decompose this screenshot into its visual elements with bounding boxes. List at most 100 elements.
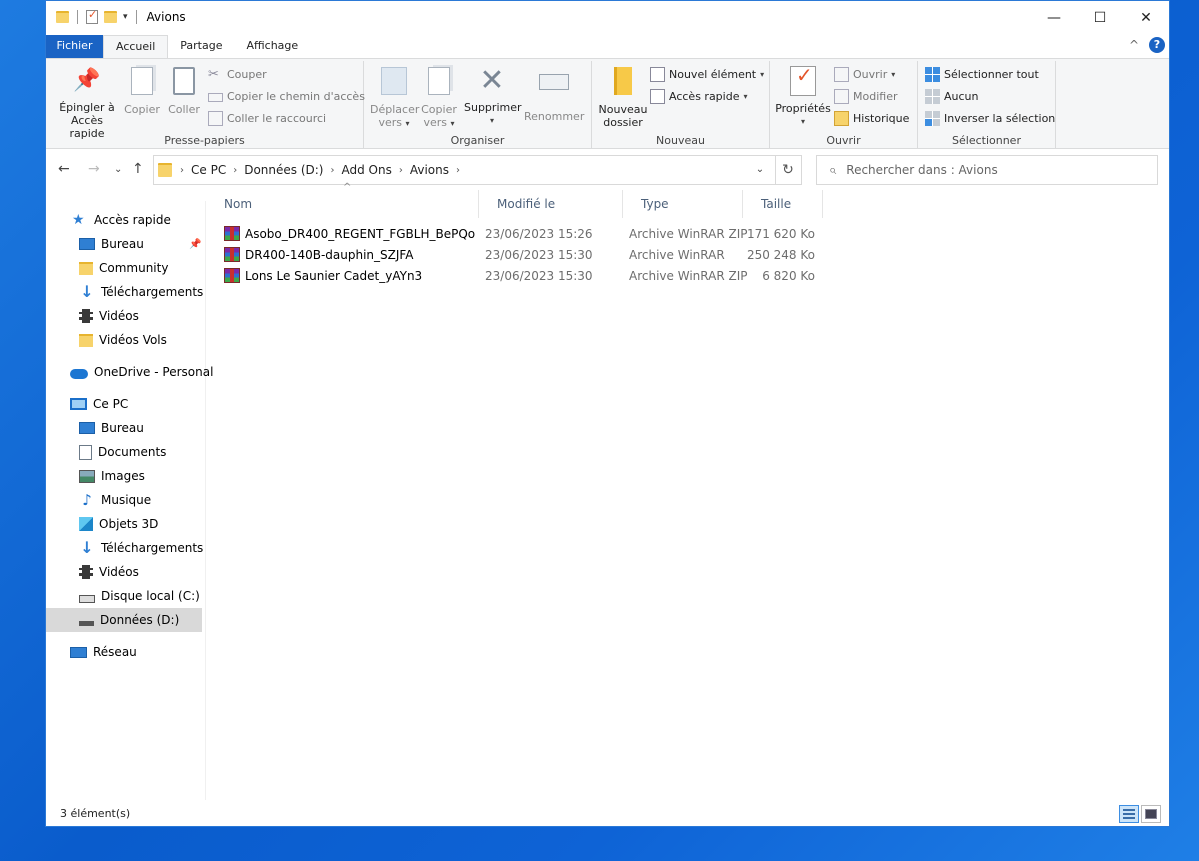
tab-fichier[interactable]: Fichier <box>46 35 103 58</box>
chevron-right-icon[interactable]: › <box>399 165 403 176</box>
nav-item-documents[interactable]: Documents <box>79 441 166 463</box>
new-item-label: Nouvel élément <box>669 67 757 81</box>
computer-icon <box>70 398 87 410</box>
chevron-right-icon[interactable]: › <box>456 165 460 176</box>
tab-accueil[interactable]: Accueil <box>103 35 169 58</box>
edit-icon <box>834 88 849 104</box>
properties-icon[interactable] <box>86 8 98 24</box>
nav-label: Bureau <box>101 421 144 435</box>
forward-arrow-icon[interactable]: → <box>88 161 100 177</box>
nav-item-musique[interactable]: ♪ Musique <box>79 489 151 511</box>
easy-access-button[interactable]: Accès rapide ▾ <box>650 87 748 105</box>
minimize-button[interactable]: — <box>1031 1 1077 35</box>
rename-button[interactable]: Renommer <box>524 65 584 123</box>
tab-affichage[interactable]: Affichage <box>235 35 311 58</box>
breadcrumb-ce-pc[interactable]: Ce PC <box>191 163 226 177</box>
edit-button[interactable]: Modifier <box>834 87 897 105</box>
table-row[interactable]: DR400-140B-dauphin_SZJFA 23/06/2023 15:3… <box>206 244 826 265</box>
nav-onedrive[interactable]: OneDrive - Personal <box>70 361 213 383</box>
path-icon <box>208 93 223 102</box>
maximize-button[interactable]: ☐ <box>1077 1 1123 35</box>
customize-toolbar-arrow-icon[interactable]: ▾ <box>123 12 128 22</box>
nav-item-telechargements-quick[interactable]: ↓ Téléchargements <box>79 281 203 303</box>
breadcrumb-avions[interactable]: Avions <box>410 163 449 177</box>
file-size: 6 820 Ko <box>762 268 815 283</box>
nav-item-telechargements[interactable]: ↓ Téléchargements <box>79 537 203 559</box>
delete-label: Supprimer <box>464 101 522 114</box>
winrar-archive-icon <box>224 268 240 283</box>
select-all-button[interactable]: Sélectionner tout <box>925 65 1039 83</box>
refresh-icon[interactable]: ↻ <box>775 155 802 185</box>
nav-label: Documents <box>98 445 167 459</box>
nav-item-community[interactable]: Community <box>79 257 168 279</box>
delete-button[interactable]: ✕ Supprimer ▾ <box>464 65 522 127</box>
table-row[interactable]: Asobo_DR400_REGENT_FGBLH_BePQo 23/06/202… <box>206 223 826 244</box>
collapse-ribbon-icon[interactable]: ^ <box>1129 38 1139 52</box>
chevron-right-icon[interactable]: › <box>330 165 334 176</box>
search-icon: ⌕ <box>829 162 837 178</box>
copy-button[interactable]: Copier <box>122 65 162 116</box>
breadcrumb-donnees-d[interactable]: Données (D:) <box>244 163 323 177</box>
cut-button[interactable]: ✂ Couper <box>208 65 267 83</box>
paste-button[interactable]: Coller <box>164 65 204 116</box>
file-type: Archive WinRAR ZIP <box>629 226 748 241</box>
nav-item-videos-vols[interactable]: Vidéos Vols <box>79 329 167 351</box>
copy-to-button[interactable]: Copier vers ▾ <box>418 65 460 130</box>
nav-item-images[interactable]: Images <box>79 465 145 487</box>
address-history-chevron-icon[interactable]: ⌄ <box>746 157 774 183</box>
quick-access-toolbar: ▾ Avions <box>56 8 186 24</box>
tab-partage[interactable]: Partage <box>168 35 234 58</box>
search-input[interactable] <box>846 163 1137 177</box>
nav-item-bureau[interactable]: Bureau <box>79 417 144 439</box>
nav-reseau[interactable]: Réseau <box>70 641 137 663</box>
new-folder-icon[interactable] <box>104 11 117 23</box>
breadcrumb-add-ons[interactable]: Add Ons <box>341 163 391 177</box>
nav-item-bureau-quick[interactable]: Bureau 📌 <box>79 233 204 255</box>
nav-item-videos[interactable]: Vidéos <box>79 561 139 583</box>
invert-selection-button[interactable]: Inverser la sélection <box>925 109 1055 127</box>
new-item-button[interactable]: Nouvel élément ▾ <box>650 65 764 83</box>
back-arrow-icon[interactable]: ← <box>58 161 70 177</box>
pin-quick-access-button[interactable]: 📌 Épingler à Accès rapide <box>52 65 122 140</box>
table-row[interactable]: Lons Le Saunier Cadet_yAYn3 23/06/2023 1… <box>206 265 826 286</box>
copy-path-button[interactable]: Copier le chemin d'accès <box>208 87 365 105</box>
column-name[interactable]: Nom <box>206 190 479 218</box>
column-size[interactable]: Taille <box>743 190 823 218</box>
select-none-button[interactable]: Aucun <box>925 87 979 105</box>
address-bar[interactable]: › Ce PC › Données (D:) › Add Ons › Avion… <box>153 155 776 185</box>
large-icons-view-button[interactable] <box>1141 805 1161 823</box>
history-button[interactable]: Historique <box>834 109 909 127</box>
close-button[interactable]: ✕ <box>1123 1 1169 35</box>
nav-item-objets-3d[interactable]: Objets 3D <box>79 513 158 535</box>
copy-path-label: Copier le chemin d'accès <box>227 89 365 103</box>
chevron-right-icon[interactable]: › <box>233 165 237 176</box>
music-note-icon: ♪ <box>82 491 92 509</box>
new-folder-button[interactable]: Nouveau dossier <box>596 65 650 129</box>
nav-quick-access[interactable]: ★ Accès rapide <box>72 209 171 231</box>
desktop-icon <box>79 238 95 250</box>
properties-button[interactable]: Propriétés ▾ <box>774 65 832 128</box>
file-name-cell: Asobo_DR400_REGENT_FGBLH_BePQo <box>224 226 475 241</box>
large-icons-view-icon <box>1145 809 1157 819</box>
paste-shortcut-button[interactable]: Coller le raccourci <box>208 109 326 127</box>
up-arrow-icon[interactable]: ↑ <box>132 161 144 177</box>
column-modified[interactable]: Modifié le <box>479 190 623 218</box>
open-button[interactable]: Ouvrir ▾ <box>834 65 895 83</box>
nav-label: Vidéos <box>99 565 139 579</box>
search-box[interactable]: ⌕ <box>816 155 1158 185</box>
help-icon[interactable]: ? <box>1149 37 1165 53</box>
dropdown-arrow-icon: ▾ <box>405 119 410 128</box>
nav-item-donnees-d[interactable]: Données (D:) <box>46 608 202 632</box>
download-arrow-icon: ↓ <box>80 282 94 301</box>
nav-item-disque-local-c[interactable]: Disque local (C:) <box>79 585 200 607</box>
details-view-button[interactable] <box>1119 805 1139 823</box>
column-type[interactable]: Type <box>623 190 743 218</box>
move-to-button[interactable]: Déplacer vers ▾ <box>370 65 419 130</box>
edit-label: Modifier <box>853 89 898 103</box>
nav-item-videos-quick[interactable]: Vidéos <box>79 305 139 327</box>
nav-ce-pc[interactable]: Ce PC <box>70 393 128 415</box>
new-folder-big-icon <box>607 67 639 99</box>
recent-locations-chevron-icon[interactable]: ⌄ <box>114 164 122 175</box>
chevron-right-icon: › <box>180 164 184 176</box>
move-label-line2: vers <box>378 116 402 129</box>
